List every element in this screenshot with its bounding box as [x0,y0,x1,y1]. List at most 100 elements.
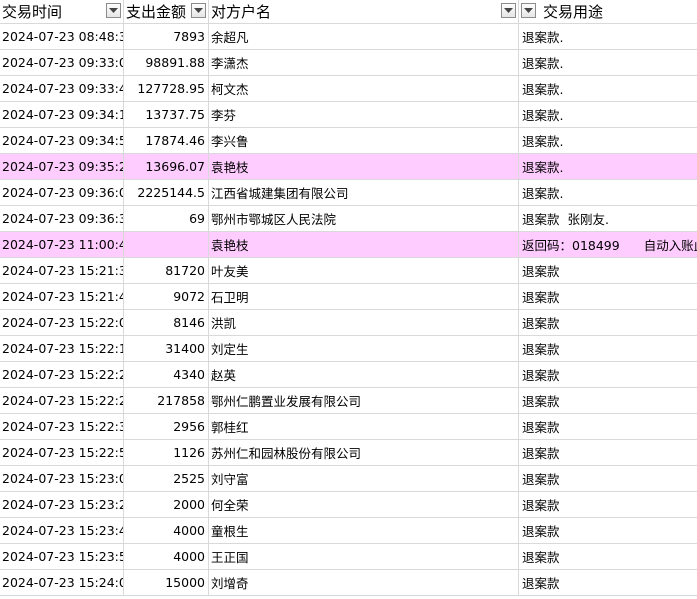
cell-purpose[interactable]: 退案款. [519,50,697,75]
cell-counterparty[interactable]: 袁艳枝 [209,232,519,257]
cell-amount[interactable]: 2956 [124,414,209,439]
cell-counterparty[interactable]: 赵英 [209,362,519,387]
cell-counterparty[interactable]: 袁艳枝 [209,154,519,179]
filter-dropdown-button[interactable] [191,3,206,18]
cell-purpose[interactable]: 退案款 [519,440,697,465]
table-row[interactable]: 2024-07-23 09:36:08 2225144.5 江西省城建集团有限公司 退… [0,180,697,206]
cell-purpose[interactable]: 退案款 [519,388,697,413]
cell-time[interactable]: 2024-07-23 15:23:40 [0,518,124,543]
cell-counterparty[interactable]: 何全荣 [209,492,519,517]
cell-time[interactable]: 2024-07-23 15:22:01 [0,310,124,335]
table-row[interactable]: 2024-07-23 09:33:48 127728.95 柯文杰 退案款. [0,76,697,102]
cell-counterparty[interactable]: 余超凡 [209,24,519,49]
table-row[interactable]: 2024-07-23 15:23:50 4000 王正国 退案款 [0,544,697,570]
cell-purpose[interactable]: 退案款. [519,128,697,153]
cell-counterparty[interactable]: 李芬 [209,102,519,127]
cell-purpose[interactable]: 退案款 [519,362,697,387]
table-row[interactable]: 2024-07-23 15:22:10 31400 刘定生 退案款 [0,336,697,362]
cell-time[interactable]: 2024-07-23 09:36:08 [0,180,124,205]
cell-purpose[interactable]: 退案款. [519,180,697,205]
table-row[interactable]: 2024-07-23 09:33:03 98891.88 李潇杰 退案款. [0,50,697,76]
cell-amount[interactable]: 13737.75 [124,102,209,127]
table-row[interactable]: 2024-07-23 15:24:04 15000 刘增奇 退案款 [0,570,697,596]
header-cell-amount[interactable]: 支出金额 [124,0,209,23]
header-cell-time[interactable]: 交易时间 [0,0,124,23]
cell-purpose[interactable]: 退案款 [519,570,697,595]
cell-time[interactable]: 2024-07-23 15:21:35 [0,258,124,283]
cell-time[interactable]: 2024-07-23 08:48:31 [0,24,124,49]
cell-amount[interactable]: 7893 [124,24,209,49]
cell-purpose[interactable]: 退案款 [519,544,697,569]
table-row[interactable]: 2024-07-23 15:23:07 2525 刘守富 退案款 [0,466,697,492]
cell-amount[interactable]: 8146 [124,310,209,335]
cell-counterparty[interactable]: 柯文杰 [209,76,519,101]
cell-time[interactable]: 2024-07-23 09:33:48 [0,76,124,101]
cell-time[interactable]: 2024-07-23 15:22:20 [0,362,124,387]
filter-dropdown-button[interactable] [106,3,121,18]
cell-amount[interactable]: 217858 [124,388,209,413]
table-row[interactable]: 2024-07-23 15:23:40 4000 童根生 退案款 [0,518,697,544]
cell-purpose[interactable]: 退案款 [519,414,697,439]
cell-purpose[interactable]: 退案款 [519,284,697,309]
cell-time[interactable]: 2024-07-23 09:33:03 [0,50,124,75]
table-row[interactable]: 2024-07-23 15:22:20 4340 赵英 退案款 [0,362,697,388]
cell-time[interactable]: 2024-07-23 11:00:43 [0,232,124,257]
cell-counterparty[interactable]: 鄂州仁鹏置业发展有限公司 [209,388,519,413]
table-row[interactable]: 2024-07-23 15:23:22 2000 何全荣 退案款 [0,492,697,518]
cell-amount[interactable]: 13696.07 [124,154,209,179]
cell-amount[interactable]: 2525 [124,466,209,491]
table-row[interactable]: 2024-07-23 15:21:49 9072 石卫明 退案款 [0,284,697,310]
cell-purpose[interactable]: 退案款 [519,336,697,361]
cell-purpose[interactable]: 退案款 [519,492,697,517]
cell-counterparty[interactable]: 郭桂红 [209,414,519,439]
table-row[interactable]: 2024-07-23 09:36:30 69 鄂州市鄂城区人民法院 退案款 张刚友. [0,206,697,232]
header-cell-purpose[interactable]: 交易用途 [519,0,697,23]
cell-amount[interactable]: 2000 [124,492,209,517]
cell-time[interactable]: 2024-07-23 15:23:50 [0,544,124,569]
table-row[interactable]: 2024-07-23 15:22:29 217858 鄂州仁鹏置业发展有限公司 退案款 [0,388,697,414]
cell-time[interactable]: 2024-07-23 15:22:53 [0,440,124,465]
cell-amount[interactable]: 98891.88 [124,50,209,75]
cell-purpose[interactable]: 退案款 [519,466,697,491]
cell-time[interactable]: 2024-07-23 09:34:18 [0,102,124,127]
cell-amount[interactable]: 17874.46 [124,128,209,153]
cell-amount[interactable]: 15000 [124,570,209,595]
cell-counterparty[interactable]: 李潇杰 [209,50,519,75]
cell-amount[interactable]: 2225144.5 [124,180,209,205]
cell-time[interactable]: 2024-07-23 15:23:22 [0,492,124,517]
cell-amount[interactable]: 31400 [124,336,209,361]
cell-counterparty[interactable]: 童根生 [209,518,519,543]
filter-dropdown-button[interactable] [501,3,516,18]
cell-amount[interactable]: 69 [124,206,209,231]
cell-amount[interactable]: 81720 [124,258,209,283]
cell-purpose[interactable]: 退案款 张刚友. [519,206,697,231]
cell-purpose[interactable]: 退案款. [519,24,697,49]
cell-counterparty[interactable]: 苏州仁和园林股份有限公司 [209,440,519,465]
cell-counterparty[interactable]: 江西省城建集团有限公司 [209,180,519,205]
table-row[interactable]: 2024-07-23 15:22:39 2956 郭桂红 退案款 [0,414,697,440]
cell-time[interactable]: 2024-07-23 09:36:30 [0,206,124,231]
cell-amount[interactable]: 127728.95 [124,76,209,101]
cell-purpose[interactable]: 返回码：018499 自动入账此 [519,232,697,257]
cell-counterparty[interactable]: 刘增奇 [209,570,519,595]
cell-counterparty[interactable]: 李兴鲁 [209,128,519,153]
cell-time[interactable]: 2024-07-23 15:22:39 [0,414,124,439]
cell-counterparty[interactable]: 刘定生 [209,336,519,361]
cell-time[interactable]: 2024-07-23 15:23:07 [0,466,124,491]
cell-time[interactable]: 2024-07-23 15:21:49 [0,284,124,309]
cell-purpose[interactable]: 退案款. [519,154,697,179]
table-row[interactable]: 2024-07-23 15:21:35 81720 叶友美 退案款 [0,258,697,284]
cell-counterparty[interactable]: 洪凯 [209,310,519,335]
cell-purpose[interactable]: 退案款 [519,258,697,283]
cell-amount[interactable]: 4000 [124,544,209,569]
filter-dropdown-button[interactable] [521,3,536,18]
cell-amount[interactable]: 4000 [124,518,209,543]
cell-amount[interactable]: 1126 [124,440,209,465]
table-row[interactable]: 2024-07-23 09:34:55 17874.46 李兴鲁 退案款. [0,128,697,154]
table-row[interactable]: 2024-07-23 08:48:31 7893 余超凡 退案款. [0,24,697,50]
cell-purpose[interactable]: 退案款. [519,102,697,127]
cell-counterparty[interactable]: 石卫明 [209,284,519,309]
table-row[interactable]: 2024-07-23 15:22:01 8146 洪凯 退案款 [0,310,697,336]
cell-counterparty[interactable]: 刘守富 [209,466,519,491]
cell-time[interactable]: 2024-07-23 09:34:55 [0,128,124,153]
